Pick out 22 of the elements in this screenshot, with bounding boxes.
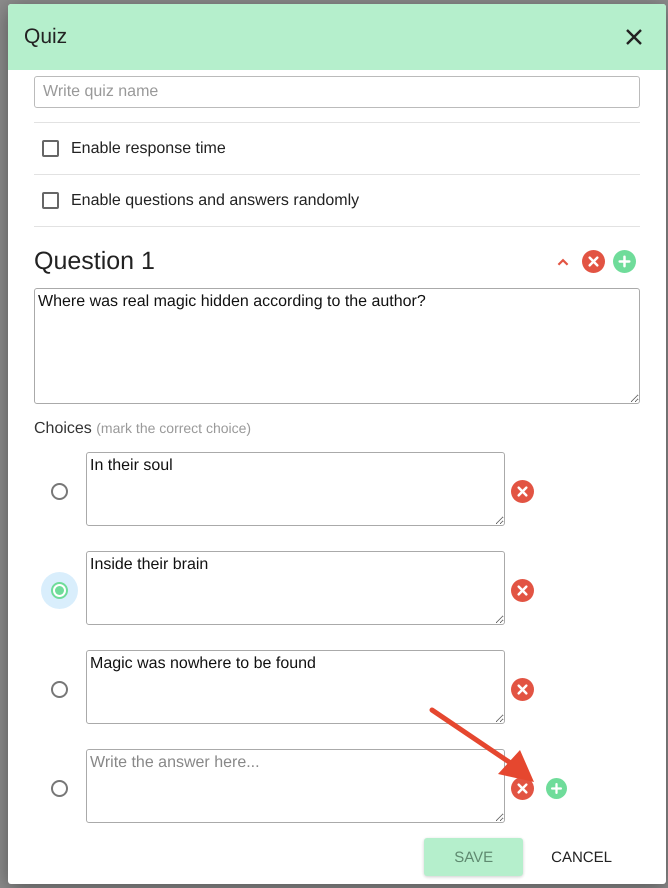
answer-field[interactable]: Inside their brain bbox=[86, 551, 505, 625]
question-field[interactable]: Where was real magic hidden according to the author? bbox=[34, 288, 640, 404]
radio-button[interactable] bbox=[50, 681, 68, 698]
radio-button[interactable] bbox=[50, 483, 68, 500]
answer-field[interactable]: Write the answer here... bbox=[86, 749, 505, 823]
option-label: Enable questions and answers randomly bbox=[71, 192, 360, 210]
answer-field[interactable]: In their soul bbox=[86, 452, 505, 526]
checkbox[interactable] bbox=[42, 140, 59, 157]
dialog-title: Quiz bbox=[24, 25, 68, 49]
remove-icon[interactable] bbox=[511, 480, 534, 503]
quiz-name-field[interactable]: Write quiz name bbox=[34, 76, 640, 108]
remove-icon[interactable] bbox=[511, 678, 534, 701]
radio-button[interactable] bbox=[50, 780, 68, 797]
question-title: Question 1 bbox=[34, 247, 155, 276]
choices-label: Choices (mark the correct choice) bbox=[34, 420, 252, 438]
close-icon[interactable] bbox=[624, 27, 644, 47]
checkbox[interactable] bbox=[42, 192, 59, 209]
answer-field[interactable]: Magic was nowhere to be found bbox=[86, 650, 505, 724]
cancel-button[interactable]: CANCEL bbox=[541, 838, 622, 876]
remove-icon[interactable] bbox=[511, 579, 534, 602]
option-label: Enable response time bbox=[71, 140, 226, 158]
delete-icon[interactable] bbox=[582, 250, 605, 273]
